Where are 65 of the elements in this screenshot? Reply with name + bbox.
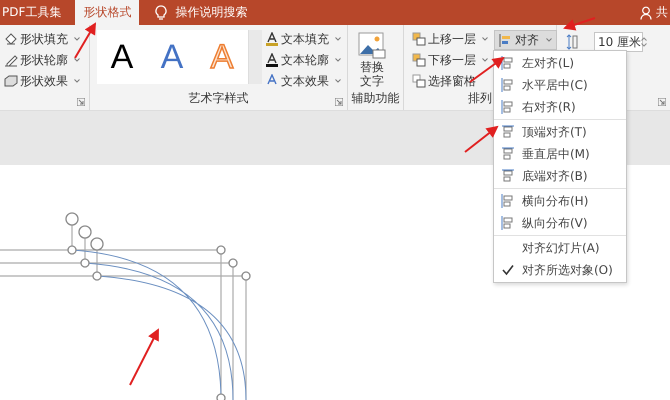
menu-item[interactable]: 纵向分布(V) [494, 212, 626, 234]
align-icon [501, 56, 515, 70]
dialog-launcher-icon[interactable] [77, 98, 85, 106]
align-icon [501, 194, 515, 208]
align-icon [501, 169, 515, 183]
ribbon-tab[interactable]: 形状格式 [75, 0, 140, 25]
alt-text-button[interactable]: 替换 文字 [352, 30, 392, 90]
ribbon-menu-button[interactable]: 形状轮廓 [4, 51, 80, 69]
picture-icon [358, 32, 386, 60]
ribbon-menu-button[interactable]: 形状效果 [4, 72, 80, 90]
dialog-launcher-icon[interactable] [335, 98, 343, 106]
align-icon [501, 78, 515, 92]
menu-item[interactable]: 横向分布(H) [494, 190, 626, 212]
lightbulb-icon [155, 4, 168, 20]
wordart-style[interactable]: A [147, 38, 197, 76]
annotation-arrow [129, 328, 159, 386]
caret-icon [74, 79, 80, 83]
ribbon-menu-button[interactable]: 文本效果 [265, 72, 341, 90]
ribbon-tab[interactable]: PDF工具集 [0, 0, 70, 25]
menu-item[interactable]: 垂直居中(M) [494, 143, 626, 165]
layers-icon [412, 53, 426, 67]
caret-icon [335, 79, 341, 83]
gallery-scrollbar[interactable] [248, 30, 262, 84]
align-icon [501, 216, 515, 230]
tell-me-search[interactable]: 操作说明搜索 [175, 4, 248, 21]
group-label: 艺术字样式 [188, 90, 250, 107]
menu-item[interactable]: 左对齐(L) [494, 52, 626, 74]
menu-item[interactable]: 顶端对齐(T) [494, 121, 626, 143]
ribbon-menu-button[interactable]: 上移一层 [412, 30, 488, 48]
ribbon-menu-button[interactable]: 文本填充 [265, 30, 341, 48]
menu-item[interactable]: 水平居中(C) [494, 74, 626, 96]
annotation-arrow [464, 126, 499, 153]
menu-item[interactable]: 右对齐(R) [494, 96, 626, 118]
height-icon [566, 34, 578, 50]
dialog-launcher-icon[interactable] [658, 98, 666, 106]
pencil-icon [4, 53, 18, 67]
caret-icon [546, 38, 552, 42]
ribbon-menu-button[interactable]: 文本轮廓 [265, 51, 341, 69]
align-icon [501, 100, 515, 114]
caret-icon [74, 58, 80, 62]
group-label: 辅助功能 [350, 90, 400, 107]
letter-a-underline-icon [265, 53, 279, 67]
align-left-icon [499, 34, 512, 46]
ribbon-menu-button[interactable]: 下移一层 [412, 51, 488, 69]
annotation-arrow [74, 22, 96, 58]
layers-icon [412, 32, 426, 46]
caret-icon [335, 58, 341, 62]
wordart-style[interactable]: A [97, 38, 147, 76]
align-button[interactable]: 对齐 [494, 30, 557, 50]
share-button[interactable]: 共 [656, 4, 668, 21]
caret-icon [74, 37, 80, 41]
menu-item[interactable]: 底端对齐(B) [494, 165, 626, 187]
annotation-arrow [563, 17, 596, 31]
letter-a-underline-icon [265, 32, 279, 46]
person-icon[interactable] [640, 6, 653, 20]
caret-icon [482, 58, 488, 62]
caret-icon [482, 37, 488, 41]
menu-item[interactable]: 对齐所选对象(O) [494, 259, 626, 281]
caret-icon [335, 37, 341, 41]
selection-pane-icon [412, 74, 426, 88]
align-icon [501, 147, 515, 161]
align-icon [501, 125, 515, 139]
spinner-icon[interactable] [641, 37, 650, 47]
ribbon-menu-button[interactable]: 形状填充 [4, 30, 80, 48]
menu-item[interactable]: 对齐幻灯片(A) [494, 237, 626, 259]
